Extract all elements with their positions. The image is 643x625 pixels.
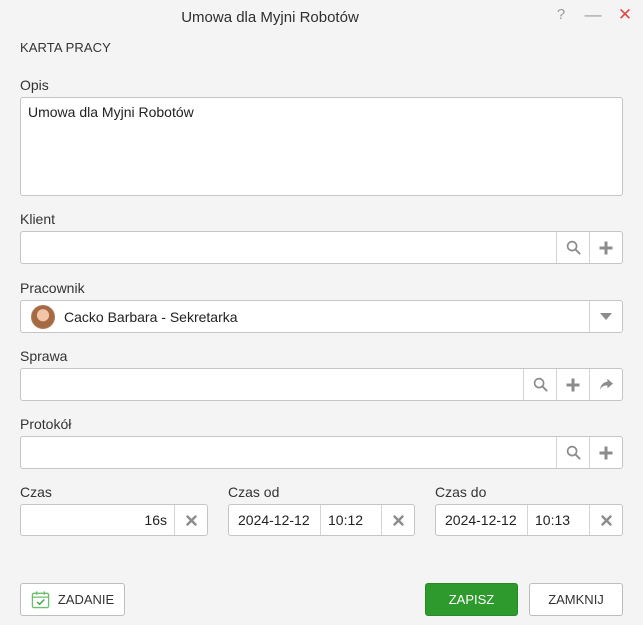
sprawa-open-button[interactable]: [589, 369, 622, 400]
close-icon: [600, 514, 612, 526]
minimize-icon[interactable]: —: [584, 6, 602, 24]
sprawa-label: Sprawa: [20, 348, 68, 364]
czas-label: Czas: [20, 484, 52, 500]
avatar: [31, 305, 55, 329]
sprawa-field: [20, 368, 623, 401]
sprawa-add-button[interactable]: [556, 369, 589, 400]
czas-do-date-input[interactable]: [436, 505, 527, 535]
chevron-down-icon: [600, 313, 612, 320]
share-arrow-icon: [599, 378, 613, 391]
help-icon[interactable]: ?: [552, 6, 570, 24]
zadanie-button[interactable]: ZADANIE: [20, 583, 125, 616]
klient-label: Klient: [20, 211, 56, 227]
protokol-field: [20, 436, 623, 469]
zamknij-button[interactable]: ZAMKNIJ: [529, 583, 623, 616]
window-title: Umowa dla Myjni Robotów: [181, 9, 359, 26]
search-icon: [566, 445, 581, 460]
section-title: KARTA PRACY: [20, 40, 111, 55]
czas-clear-button[interactable]: [174, 505, 207, 535]
protokol-input[interactable]: [21, 437, 556, 468]
calendar-check-icon: [31, 591, 50, 609]
plus-icon: [599, 446, 613, 459]
czas-field: [20, 504, 208, 536]
czas-od-label: Czas od: [228, 484, 280, 500]
opis-label: Opis: [20, 77, 49, 93]
protokol-search-button[interactable]: [556, 437, 589, 468]
sprawa-input[interactable]: [21, 369, 523, 400]
czas-od-time-input[interactable]: [321, 505, 382, 535]
pracownik-value: Cacko Barbara - Sekretarka: [64, 309, 238, 325]
czas-input[interactable]: [21, 505, 175, 535]
zapisz-button[interactable]: ZAPISZ: [425, 583, 518, 616]
protokol-label: Protokół: [20, 416, 72, 432]
pracownik-select[interactable]: Cacko Barbara - Sekretarka: [20, 300, 623, 333]
czas-od-clear-button[interactable]: [381, 505, 414, 535]
close-window-icon[interactable]: ✕: [616, 6, 634, 24]
pracownik-dropdown-button[interactable]: [589, 301, 622, 332]
czas-do-field: [435, 504, 623, 536]
czas-od-date-input[interactable]: [229, 505, 320, 535]
pracownik-label: Pracownik: [20, 280, 85, 296]
plus-icon: [566, 378, 580, 391]
close-icon: [392, 514, 404, 526]
sprawa-search-button[interactable]: [523, 369, 556, 400]
title-bar: Umowa dla Myjni Robotów ? — ✕: [0, 0, 643, 34]
czas-do-clear-button[interactable]: [589, 505, 622, 535]
czas-do-time-input[interactable]: [528, 505, 590, 535]
protokol-add-button[interactable]: [589, 437, 622, 468]
klient-add-button[interactable]: [589, 232, 622, 263]
klient-field: [20, 231, 623, 264]
plus-icon: [599, 241, 613, 254]
close-icon: [185, 514, 197, 526]
opis-field: Umowa dla Myjni Robotów: [20, 97, 623, 196]
klient-search-button[interactable]: [556, 232, 589, 263]
search-icon: [566, 240, 581, 255]
zadanie-label: ZADANIE: [57, 592, 115, 607]
search-icon: [533, 377, 548, 392]
opis-textarea[interactable]: Umowa dla Myjni Robotów: [21, 98, 622, 195]
klient-input[interactable]: [21, 232, 556, 263]
czas-do-label: Czas do: [435, 484, 487, 500]
czas-od-field: [228, 504, 415, 536]
